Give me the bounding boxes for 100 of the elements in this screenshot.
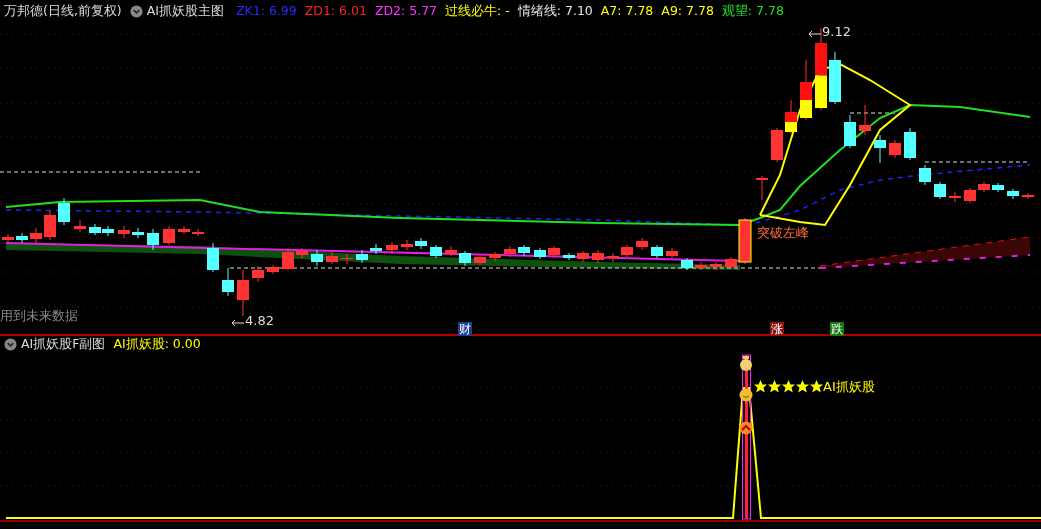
candlestick: [222, 267, 234, 297]
indicator-reading: 过线必牛: -: [445, 1, 510, 20]
candlestick: [518, 244, 530, 257]
candlestick: [356, 249, 368, 264]
candlestick: [178, 225, 190, 235]
candlestick: [2, 233, 14, 243]
candlestick: [282, 247, 294, 271]
candlestick: [1007, 188, 1019, 200]
candlestick: [445, 245, 457, 257]
candlestick: [919, 164, 931, 186]
note-text: 用到未来数据: [0, 309, 78, 322]
candlestick: [636, 237, 648, 251]
candlestick: [415, 237, 427, 250]
signal-text: AI抓妖股: [823, 380, 875, 393]
candlestick: [681, 257, 693, 271]
candlestick: [859, 104, 871, 136]
chevron-up-icon: [739, 421, 753, 435]
candlestick: [326, 251, 338, 265]
collapse-icon[interactable]: [129, 4, 143, 18]
candlestick: [785, 99, 797, 135]
candlestick: [889, 139, 901, 159]
candlestick: [577, 250, 589, 263]
candlestick: [504, 245, 516, 258]
candlestick: [666, 247, 678, 259]
candlestick: [829, 51, 841, 105]
price-label: 9.12: [822, 25, 851, 38]
candlestick: [621, 244, 633, 258]
candlestick: [30, 227, 42, 245]
candlestick: [296, 247, 308, 259]
chart-title: 万邦德(日线,前复权): [4, 1, 122, 20]
collapse-icon[interactable]: [4, 337, 17, 351]
indicator-reading: ZD2: 5.77: [374, 1, 438, 20]
candlestick: [252, 265, 264, 283]
indicator-reading: 情绪线: 7.10: [517, 1, 593, 20]
candlestick: [341, 253, 353, 265]
indicator-reading: A9: 7.78: [661, 1, 714, 20]
candlestick: [949, 191, 961, 203]
candlestick: [163, 225, 175, 246]
star-icon: [768, 380, 781, 393]
candlestick: [16, 232, 28, 244]
candlestick: [548, 245, 560, 259]
candlestick: [118, 225, 130, 239]
dashed-line: [849, 112, 896, 114]
candlestick: [430, 244, 442, 259]
indicator-reading: AI抓妖股: 0.00: [113, 334, 201, 353]
candlestick: [695, 261, 707, 271]
indicator-reading: A7: 7.78: [600, 1, 654, 20]
candlestick: [459, 250, 471, 267]
indicator-reading: 观望: 7.78: [721, 1, 784, 20]
candlestick: [267, 264, 279, 275]
candlestick: [207, 242, 219, 273]
star-icon: [796, 380, 809, 393]
money-bag-icon: [740, 356, 752, 371]
candlestick: [800, 59, 812, 121]
candlestick: [44, 209, 56, 241]
candlestick: [978, 181, 990, 193]
candlestick: [534, 247, 546, 260]
star-icon: [782, 380, 795, 393]
event-marker: 财: [458, 322, 472, 336]
candlestick: [311, 249, 323, 267]
arrow-icon: [808, 30, 822, 38]
panel-title: AI抓妖股F副图: [21, 334, 106, 353]
candlestick: [992, 182, 1004, 193]
candlestick: [132, 227, 144, 239]
candlestick: [563, 252, 575, 261]
event-marker: 跌: [830, 322, 844, 336]
candlestick: [237, 269, 249, 317]
event-marker: 涨: [770, 322, 784, 336]
candlestick: [934, 181, 946, 200]
candlestick: [58, 197, 70, 226]
candlestick: [1022, 192, 1034, 200]
indicator-reading: ZD1: 6.01: [304, 1, 367, 20]
candlestick: [89, 223, 101, 236]
candlestick: [147, 228, 159, 251]
candlestick: [474, 254, 486, 266]
arrow-icon: [231, 319, 245, 327]
price-label: 4.82: [245, 314, 274, 327]
signal-label: 突破左峰: [757, 226, 809, 239]
candlestick: [710, 261, 722, 271]
candlestick: [904, 127, 916, 161]
candlestick: [192, 228, 204, 237]
indicator-name: AI抓妖股主图: [146, 1, 224, 20]
candlestick: [74, 219, 86, 233]
candlestick: [592, 249, 604, 264]
candlestick: [370, 243, 382, 255]
candlestick: [874, 134, 886, 164]
candlestick: [964, 187, 976, 204]
candlestick: [102, 225, 114, 237]
indicator-reading: ZK1: 6.99: [236, 1, 297, 20]
star-icon: [754, 380, 767, 393]
star-icon: [810, 380, 823, 393]
candlestick: [844, 114, 856, 149]
candlestick: [386, 241, 398, 255]
candlestick: [756, 175, 768, 201]
candlestick: [489, 251, 501, 262]
candlestick: [771, 127, 783, 163]
candlestick: [607, 252, 619, 263]
smiley-icon: [739, 388, 753, 402]
candlestick: [401, 239, 413, 251]
candlestick: [651, 244, 663, 259]
